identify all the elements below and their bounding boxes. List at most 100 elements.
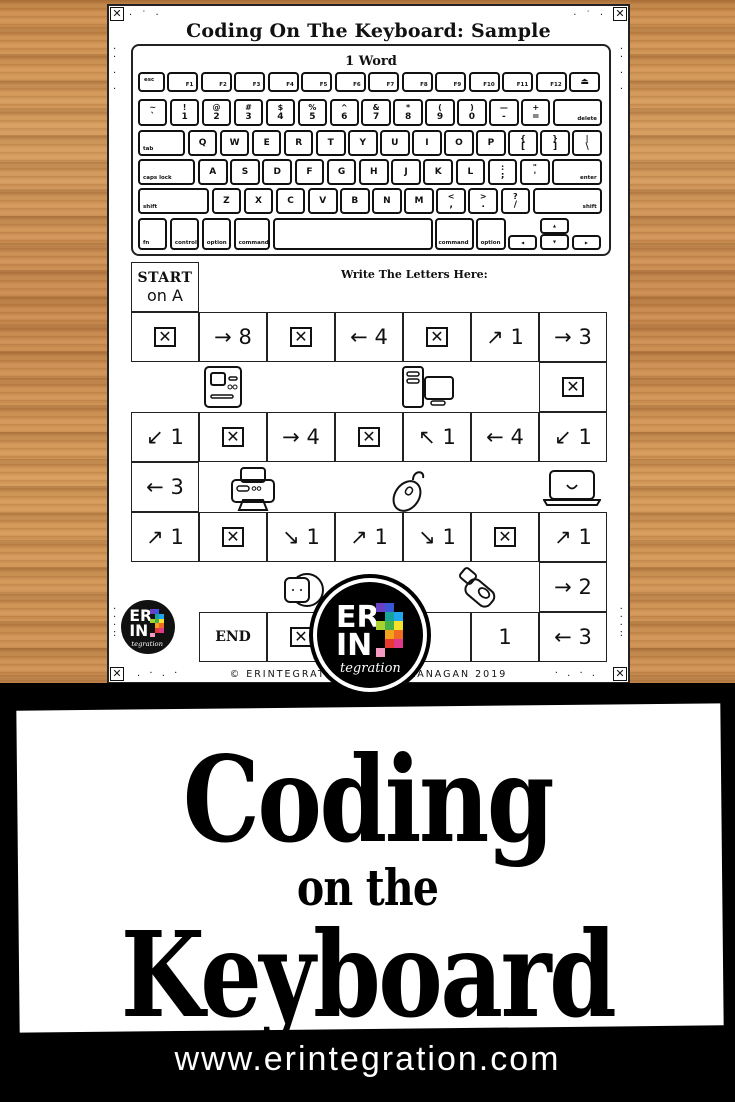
key-z: Z [211, 188, 242, 214]
key-label: caps lock [143, 175, 172, 181]
key-k: K [423, 159, 454, 185]
key-label: V [319, 196, 327, 206]
key-fn: fn [138, 218, 168, 250]
key-▴▾: ▴ ▾ [539, 218, 570, 250]
write-letters-label: Write The Letters Here: [341, 268, 488, 281]
key-char: 8 [404, 112, 412, 122]
key-label: F2 [219, 82, 227, 88]
key-label: D [273, 167, 281, 177]
key-l: L [455, 159, 486, 185]
key-option: option [476, 218, 506, 250]
key-char: 4 [277, 112, 284, 122]
key-f11: F11 [502, 72, 534, 92]
key-char: / [513, 200, 518, 210]
key-label: M [414, 196, 424, 206]
key-,: <, [436, 188, 466, 214]
grid-cell: ← 4 [471, 412, 539, 462]
key-u: U [380, 130, 410, 156]
logo-pixel [385, 612, 394, 621]
key-control: control [169, 218, 200, 250]
grid-cell: ✕ [403, 312, 471, 362]
desktop-computer-icon [401, 365, 455, 413]
key-[: {[ [508, 130, 538, 156]
grid-cell: → 8 [199, 312, 267, 362]
key-label: T [327, 138, 334, 148]
key-label: F5 [319, 82, 328, 88]
end-cell: END [199, 612, 267, 662]
logo-script-text: tegration [131, 639, 163, 648]
key-char: 0 [468, 112, 476, 122]
key-label: A [209, 167, 217, 177]
key-\: | \ [572, 130, 602, 156]
keyboard-row: esc F1 F2 F3 F4 F5 F6 F7 F8 F9 F10 F11 F12 ⏏ [138, 72, 604, 92]
key-h: H [358, 159, 389, 185]
key-space [272, 218, 433, 250]
direction-instruction: → 2 [554, 575, 592, 599]
erintegration-logo-small: ER IN tegration [121, 600, 175, 654]
key-label: command [238, 240, 269, 246]
grid-cell: ✕ [199, 512, 267, 562]
decorative-dots: · ˙ · [129, 10, 162, 21]
key-arrow-down: ▾ [539, 234, 570, 250]
key-label: F7 [386, 82, 395, 88]
key-label: F11 [516, 82, 529, 88]
direction-instruction: ↗ 1 [146, 525, 184, 549]
key-label: option [206, 240, 227, 246]
logo-pixel [385, 603, 394, 612]
key-shift: shift [532, 188, 602, 214]
corner-box-icon: ✕ [110, 7, 124, 21]
grid-cell: ✕ [267, 312, 335, 362]
decorative-dots: · · ·: [619, 604, 626, 639]
logo-pixel [376, 621, 385, 630]
key-7: & 7 [361, 99, 391, 126]
key-m: M [404, 188, 434, 214]
key-label: C [287, 196, 294, 206]
grid-cell: ↙ 1 [539, 412, 607, 462]
key-label: enter [579, 175, 597, 181]
key-4: $4 [265, 99, 296, 126]
key-shift-char: % [308, 103, 317, 112]
key-shift-char: @ [212, 103, 221, 112]
skip-box-icon: ✕ [494, 527, 516, 547]
key-label: R [295, 138, 303, 148]
usb-drive-icon [457, 564, 505, 616]
key-label: U [391, 138, 399, 148]
key-label: command [438, 240, 469, 246]
key-.: >. [468, 188, 499, 214]
key-f4: F4 [267, 72, 299, 92]
grid-cell: → 4 [267, 412, 335, 462]
key-s: S [230, 159, 260, 185]
decorative-dots: · · ·: [113, 604, 120, 639]
key-6: ^ 6 [329, 99, 359, 126]
logo-pixel [376, 603, 385, 612]
direction-instruction: ↗ 1 [350, 525, 388, 549]
key-e: E [251, 130, 282, 156]
key-f9: F9 [435, 72, 467, 92]
erintegration-logo[interactable]: ER IN tegration [317, 582, 423, 688]
key-shift-char: ~ [149, 103, 157, 112]
key-shift-char: + [532, 103, 540, 112]
key-f2: F2 [200, 72, 232, 92]
key-char: - [501, 112, 506, 122]
key-label: F [306, 167, 313, 177]
printer-icon [229, 466, 277, 516]
skip-box-icon: ✕ [290, 327, 312, 347]
grid-cell: ✕ [335, 412, 403, 462]
grid-cell: ✕ [199, 412, 267, 462]
grid-cell: ← 3 [131, 462, 199, 512]
key-char: \ [585, 142, 589, 152]
key-j: J [391, 159, 421, 185]
keyboard-row: caps lock A S D F G H J K L:; " ' enter [138, 159, 604, 185]
grid-cell: ↗ 1 [335, 512, 403, 562]
skip-box-icon: ✕ [290, 627, 312, 647]
grid-cell: ✕ [131, 312, 199, 362]
website-url[interactable]: www.erintegration.com [0, 1040, 735, 1079]
key-label: Z [223, 196, 230, 206]
logo-pixel [385, 639, 394, 648]
key-char: ] [553, 142, 558, 152]
key-shift-char: * [405, 103, 411, 112]
key-char: 9 [436, 112, 444, 122]
key-5: % 5 [297, 99, 328, 126]
start-label: START [137, 269, 193, 286]
keyboard-row: shift Z X C V B N M <, >.? / shift [138, 188, 604, 214]
